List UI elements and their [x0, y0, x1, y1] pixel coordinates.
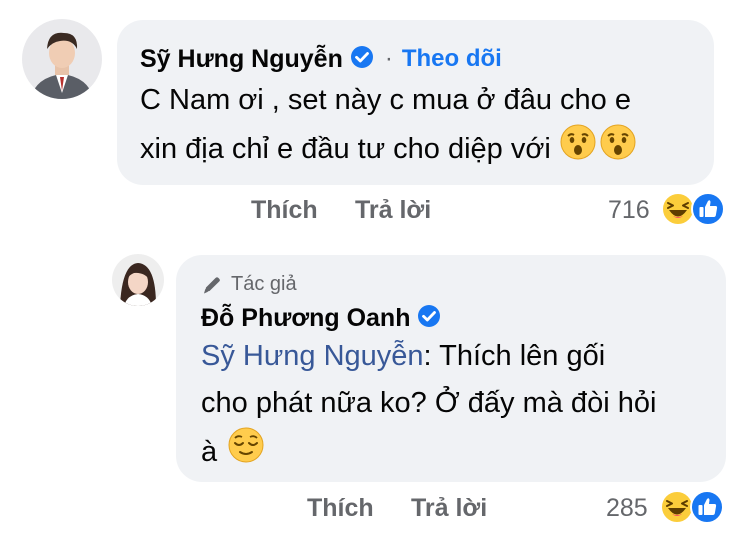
relieved-face-emoji-icon	[228, 427, 264, 478]
comment-text-line: C Nam ơi , set này c mua ở đâu cho e	[140, 84, 631, 116]
verified-badge-icon	[350, 45, 374, 74]
like-reaction-icon	[690, 490, 724, 529]
comment-text-line: : Thích lên gối	[423, 340, 606, 372]
astonished-face-emoji-icon	[560, 124, 596, 175]
author-badge: Tác giả	[231, 273, 297, 295]
reaction-count[interactable]: 716	[608, 196, 650, 225]
pencil-icon	[201, 274, 223, 296]
reply-bubble: Tác giả Đỗ Phương Oanh Sỹ Hưng Nguyễn: T…	[176, 255, 726, 482]
comment-text-line: xin địa chỉ e đầu tư cho diệp với	[140, 133, 551, 165]
reply-button[interactable]: Trả lời	[411, 494, 487, 523]
comment-bubble: Sỹ Hưng Nguyễn · Theo dõi C Nam ơi , set…	[117, 20, 714, 185]
haha-reaction-icon	[661, 192, 695, 231]
avatar-do-phuong-oanh[interactable]	[112, 254, 164, 306]
reactions-summary[interactable]	[660, 490, 726, 524]
like-button[interactable]: Thích	[307, 494, 374, 523]
mention-link[interactable]: Sỹ Hưng Nguyễn	[201, 340, 424, 372]
comment-author-name[interactable]: Đỗ Phương Oanh	[201, 304, 410, 333]
comment-text-line: cho phát nữa ko? Ở đấy mà đòi hỏi	[201, 387, 657, 419]
haha-reaction-icon	[660, 490, 694, 529]
verified-badge-icon	[417, 304, 441, 333]
comment-author-name[interactable]: Sỹ Hưng Nguyễn	[140, 45, 343, 74]
reactions-summary[interactable]	[661, 192, 727, 226]
reaction-count[interactable]: 285	[606, 494, 648, 523]
like-reaction-icon	[691, 192, 725, 231]
reply-button[interactable]: Trả lời	[355, 196, 431, 225]
avatar-sy-hung-nguyen[interactable]	[22, 19, 102, 99]
follow-button[interactable]: Theo dõi	[402, 45, 502, 73]
separator-dot: ·	[384, 45, 393, 72]
comment-text-line: à	[201, 436, 218, 468]
like-button[interactable]: Thích	[251, 196, 318, 225]
astonished-face-emoji-icon	[600, 124, 636, 175]
